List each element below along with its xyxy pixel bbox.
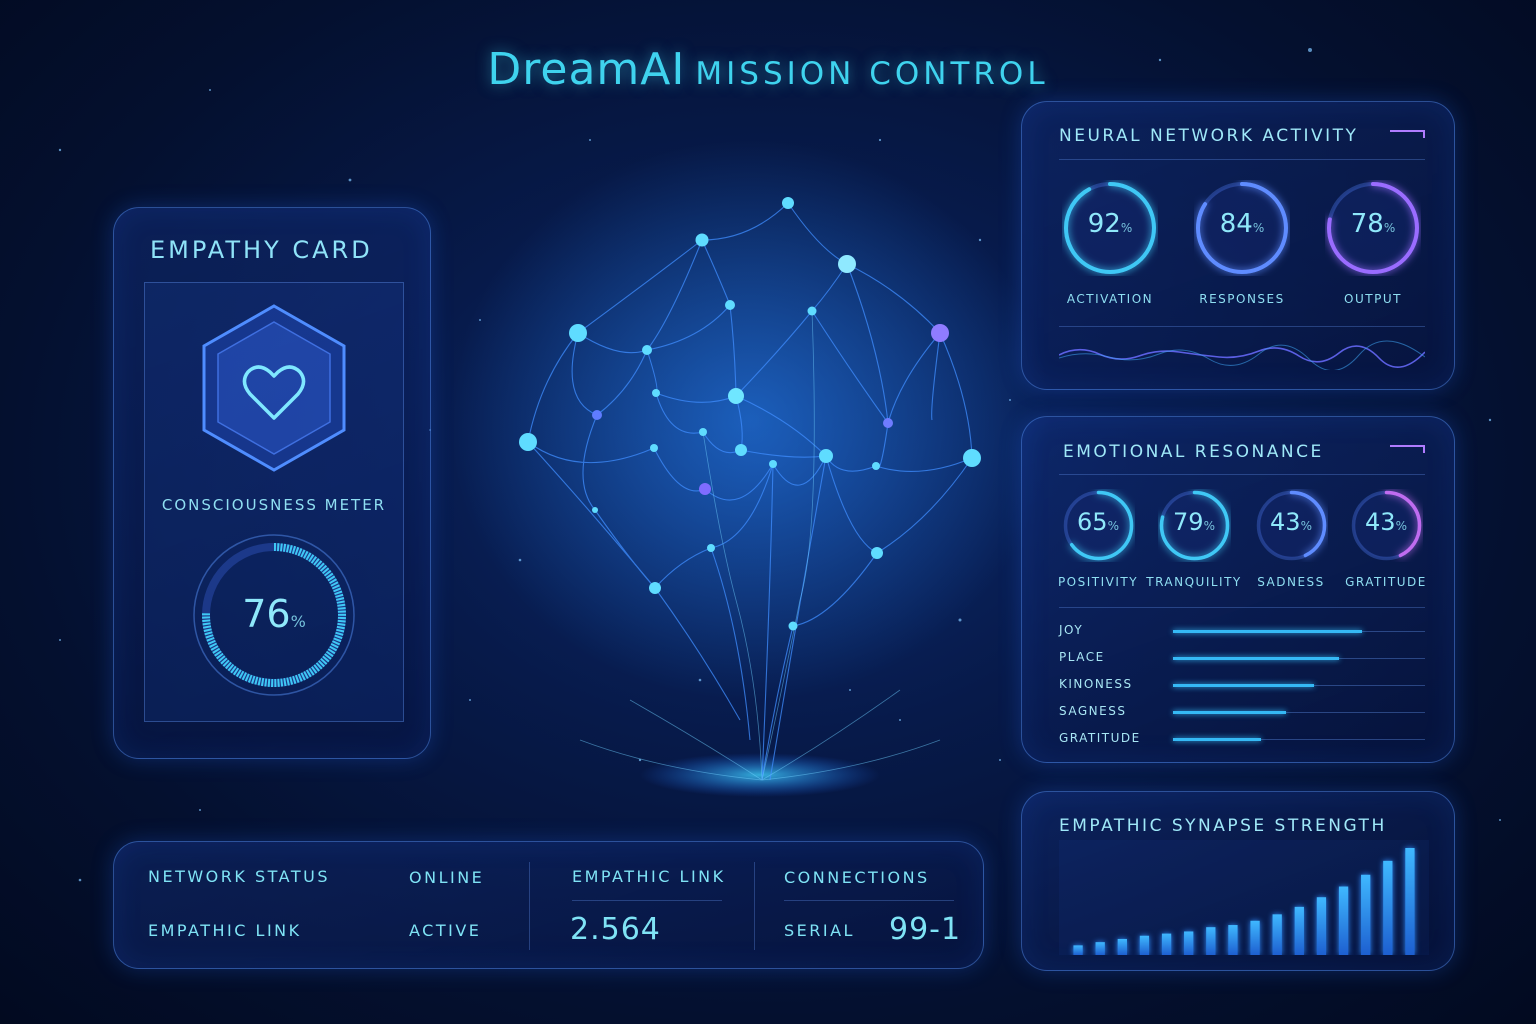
emotion-bar-label-4: GRATITUDE (1059, 731, 1141, 745)
emotion-bar-fill-3 (1173, 711, 1287, 714)
synapse-bar-7 (1206, 927, 1216, 955)
emotion-bar-label-3: SAGNESS (1059, 704, 1127, 718)
synapse-bar-11 (1294, 906, 1304, 955)
emotion-bar-track-3 (1173, 711, 1425, 714)
synapse-bar-15 (1383, 860, 1393, 955)
synapse-bar-16 (1405, 848, 1415, 955)
emotion-bar-track-0 (1173, 630, 1425, 633)
emotional-resonance-accent (1390, 445, 1425, 447)
page-title: DreamAI MISSION CONTROL (0, 44, 1536, 95)
neural-activity-title: NEURAL NETWORK ACTIVITY (1059, 126, 1359, 146)
emotion-gauge-value-0: 65% (1077, 508, 1119, 537)
emotion-gauge-label-1: TRANQUILITY (1146, 575, 1242, 589)
emotion-bar-fill-4 (1173, 738, 1262, 741)
neural-gauge-value-0: 92% (1087, 209, 1133, 240)
empathy-card-title: EMPATHY CARD (150, 236, 373, 264)
emotion-bar-fill-0 (1173, 630, 1362, 633)
serial-value: 99-1 (889, 912, 962, 947)
neural-gauge-label-1: RESPONSES (1199, 292, 1285, 306)
empathic-link-status: ACTIVE (409, 921, 482, 940)
neural-gauge-value-2: 78% (1350, 209, 1396, 240)
emotion-bar-label-1: PLACE (1059, 650, 1105, 664)
synapse-bar-14 (1361, 874, 1371, 955)
emotion-gauge-label-2: SADNESS (1257, 575, 1325, 589)
synapse-bar-9 (1250, 920, 1260, 955)
status-panel[interactable]: NETWORK STATUS ONLINE EMPATHIC LINK ACTI… (113, 841, 984, 969)
synapse-bar-2 (1095, 942, 1105, 955)
neural-gauge-label-2: OUTPUT (1344, 292, 1402, 306)
synapse-bar-4 (1139, 935, 1150, 955)
empathic-link-header: EMPATHIC LINK (572, 867, 726, 886)
synapse-bar-3 (1117, 938, 1127, 955)
synapse-bar-13 (1338, 886, 1349, 955)
neural-activity-accent (1390, 130, 1425, 132)
consciousness-meter-value: 76% (242, 592, 306, 636)
emotion-gauge-value-2: 43% (1270, 508, 1312, 537)
emotion-bar-fill-2 (1173, 684, 1315, 687)
emotion-bar-track-1 (1173, 657, 1425, 660)
connections-label: CONNECTIONS (784, 868, 930, 887)
network-status-value: ONLINE (409, 868, 485, 887)
consciousness-meter-label: CONSCIOUSNESS METER (161, 496, 387, 514)
emotion-gauge-label-3: GRATITUDE (1345, 575, 1427, 589)
emotion-bar-fill-1 (1173, 657, 1340, 660)
emotional-resonance-title: EMOTIONAL RESONANCE (1063, 442, 1324, 462)
emotion-bar-label-2: KINONESS (1059, 677, 1133, 691)
empathic-link-label: EMPATHIC LINK (148, 921, 302, 940)
synapse-bar-5 (1161, 933, 1172, 955)
synapse-bar-8 (1228, 925, 1238, 955)
synapse-bar-10 (1272, 914, 1282, 955)
neural-network-visual (519, 197, 981, 781)
emotion-bar-label-0: JOY (1059, 623, 1084, 637)
network-status-label: NETWORK STATUS (148, 867, 330, 886)
emotion-bar-track-2 (1173, 684, 1425, 687)
synapse-strength-title: EMPATHIC SYNAPSE STRENGTH (1059, 816, 1387, 836)
emotion-gauge-value-3: 43% (1365, 508, 1407, 537)
synapse-bar-12 (1316, 897, 1327, 955)
activity-waveform (1059, 340, 1425, 370)
neural-gauge-label-0: ACTIVATION (1066, 292, 1154, 306)
empathy-card-panel[interactable]: EMPATHY CARD CONSCIOUSNESS METER 76% (113, 207, 431, 759)
synapse-bar-chart (1059, 840, 1429, 955)
neural-activity-panel[interactable]: NEURAL NETWORK ACTIVITY 92% ACTIVATION 84%… (1021, 101, 1455, 390)
heart-icon (202, 304, 346, 472)
emotion-bar-track-4 (1173, 738, 1425, 741)
title-subtitle: MISSION CONTROL (695, 56, 1049, 92)
brand-name: DreamAI (487, 44, 686, 95)
emotion-gauge-label-0: POSITIVITY (1057, 575, 1139, 589)
empathic-link-number: 2.564 (570, 912, 661, 947)
neural-nodes (519, 197, 981, 631)
synapse-bar-6 (1184, 931, 1194, 955)
neural-gauge-value-1: 84% (1219, 209, 1265, 240)
emotional-resonance-panel[interactable]: EMOTIONAL RESONANCE 65% POSITIVITY 79% TRAN… (1021, 416, 1455, 763)
synapse-bar-1 (1073, 945, 1083, 955)
serial-label: SERIAL (784, 921, 855, 940)
emotion-gauge-value-1: 79% (1173, 508, 1215, 537)
synapse-strength-panel[interactable]: EMPATHIC SYNAPSE STRENGTH (1021, 791, 1455, 971)
